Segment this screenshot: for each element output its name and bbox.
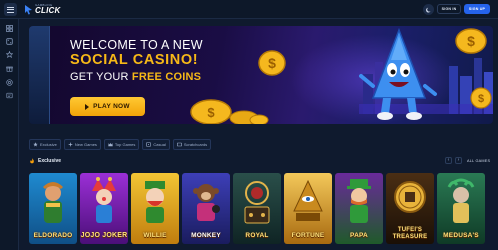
dollar-coin-icon: $ — [470, 87, 492, 109]
game-title: PAPA — [350, 231, 368, 239]
all-games-link[interactable]: ALL GAMES — [467, 159, 490, 163]
site-logo[interactable]: GAMBLING CLICK — [24, 3, 60, 16]
game-character-image — [244, 181, 270, 224]
chevron-right-icon: › — [457, 157, 460, 163]
game-tile[interactable]: TUFEI'S TREASURE — [386, 173, 434, 244]
sidebar-support-icon[interactable] — [5, 78, 14, 87]
games-row: ELDORADO JOJO JOKER WILLIE MONKEY ROYAL … — [29, 173, 485, 244]
game-tile[interactable]: MEDUSA'S — [437, 173, 485, 244]
svg-text:$: $ — [467, 33, 475, 49]
svg-text:$: $ — [268, 55, 276, 71]
moon-icon — [425, 7, 430, 12]
sparkle-icon — [67, 142, 73, 147]
game-character-image — [347, 179, 371, 223]
ticket-icon — [176, 142, 182, 147]
cursor-logo-icon — [25, 5, 32, 15]
chevron-left-icon: ‹ — [447, 157, 450, 163]
cursor-mascot-image — [359, 27, 437, 120]
game-tile[interactable]: ROYAL — [233, 173, 281, 244]
play-now-button[interactable]: PLAY NOW — [70, 97, 145, 116]
section-title: Exclusive — [38, 158, 62, 164]
svg-text:$: $ — [207, 105, 215, 120]
tab-label: Scratchcards — [183, 142, 208, 147]
game-character-image — [447, 178, 475, 223]
game-character-image — [145, 181, 165, 223]
tab-top-games[interactable]: Top Games — [103, 139, 140, 150]
game-title: JOJO JOKER — [80, 232, 128, 239]
game-character-image — [193, 184, 220, 221]
sign-up-button[interactable]: SIGN UP — [464, 4, 490, 14]
game-tile[interactable]: MONKEY — [182, 173, 230, 244]
sidebar-rewards-icon[interactable] — [5, 64, 14, 73]
logo-big-text: CLICK — [35, 6, 61, 15]
theme-toggle-button[interactable] — [423, 4, 434, 15]
game-tile[interactable]: FORTUNE — [284, 173, 332, 244]
tab-label: Casual — [153, 142, 166, 147]
sign-in-button[interactable]: SIGN IN — [437, 4, 461, 14]
tab-label: Top Games — [114, 142, 136, 147]
game-character-image — [394, 181, 426, 213]
play-now-label: PLAY NOW — [93, 103, 130, 110]
hero-title-line3: GET YOUR FREE COINS — [70, 71, 201, 83]
play-icon — [85, 103, 90, 110]
hero-line3-prefix: GET YOUR — [70, 71, 129, 83]
hero-line3-highlight: FREE COINS — [131, 71, 202, 83]
game-tile[interactable]: ELDORADO — [29, 173, 77, 244]
dollar-coin-icon: $ — [455, 28, 487, 54]
top-bar: GAMBLING CLICK SIGN IN SIGN UP — [0, 0, 498, 19]
category-tabs: Exclusive New Games Top Games Casual Scr… — [29, 139, 212, 150]
hero-title-line1: WELCOME TO A NEW — [70, 38, 203, 52]
svg-text:$: $ — [478, 93, 484, 105]
game-character-image — [92, 177, 116, 223]
tab-scratchcards[interactable]: Scratchcards — [172, 139, 212, 150]
sidebar-home-icon[interactable] — [5, 24, 14, 33]
game-title: MEDUSA'S — [443, 231, 479, 239]
section-header: Exclusive — [29, 158, 61, 164]
game-title: ELDORADO — [33, 231, 73, 239]
tab-casual[interactable]: Casual — [142, 139, 170, 150]
carousel-next-button[interactable]: › — [455, 157, 462, 164]
tab-label: Exclusive — [40, 142, 57, 147]
game-title: ROYAL — [245, 231, 269, 239]
sidebar-games-icon[interactable] — [5, 37, 14, 46]
game-tile[interactable]: PAPA — [335, 173, 383, 244]
tab-new-games[interactable]: New Games — [63, 139, 101, 150]
dollar-coin-icon: $ — [258, 50, 286, 76]
game-tile[interactable]: JOJO JOKER — [80, 173, 128, 244]
sidebar — [0, 19, 19, 250]
flame-icon — [30, 158, 34, 164]
game-title: TUFEI'S TREASURE — [392, 227, 428, 240]
game-character-image — [43, 182, 63, 223]
tab-exclusive[interactable]: Exclusive — [29, 139, 61, 150]
game-character-image — [293, 179, 323, 221]
section-nav: ‹ › ALL GAMES — [445, 157, 490, 164]
dice-icon — [146, 142, 152, 147]
game-tile[interactable]: WILLIE — [131, 173, 179, 244]
star-icon — [33, 142, 38, 147]
crown-icon — [108, 142, 113, 147]
hero-prev-slide-preview[interactable] — [29, 26, 50, 124]
carousel-prev-button[interactable]: ‹ — [445, 157, 452, 164]
menu-icon[interactable] — [4, 3, 17, 16]
sidebar-promotions-icon[interactable] — [5, 50, 14, 59]
tab-label: New Games — [74, 142, 97, 147]
sidebar-info-icon[interactable] — [5, 91, 14, 100]
coin-pile-image: $ — [190, 99, 269, 124]
hero-title-line2: SOCIAL CASINO! — [70, 52, 199, 68]
game-title: MONKEY — [191, 231, 221, 239]
game-title: WILLIE — [143, 231, 167, 239]
game-title: FORTUNE — [291, 231, 325, 239]
